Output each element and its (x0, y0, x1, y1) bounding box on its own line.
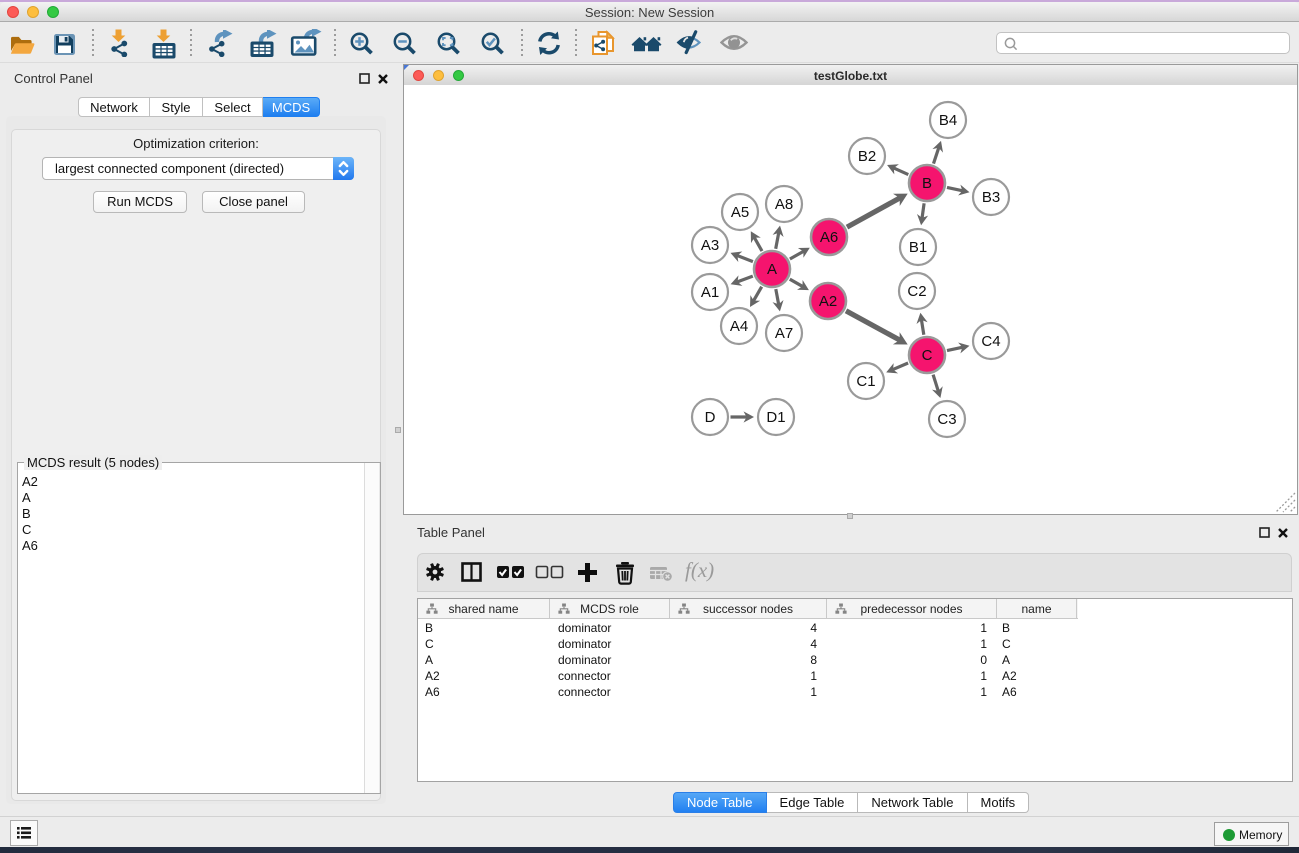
svg-text:A1: A1 (701, 284, 719, 301)
svg-text:C3: C3 (937, 411, 956, 428)
svg-text:A5: A5 (731, 204, 749, 221)
svg-text:A6: A6 (820, 229, 838, 246)
svg-text:A7: A7 (775, 325, 793, 342)
svg-text:C1: C1 (856, 373, 875, 390)
svg-text:B: B (922, 175, 932, 192)
svg-text:B2: B2 (858, 148, 876, 165)
svg-text:D: D (705, 409, 716, 426)
svg-text:C2: C2 (907, 283, 926, 300)
svg-text:A4: A4 (730, 318, 748, 335)
svg-text:C4: C4 (981, 333, 1000, 350)
svg-text:A8: A8 (775, 196, 793, 213)
svg-text:D1: D1 (766, 409, 785, 426)
svg-text:C: C (922, 347, 933, 364)
svg-text:A2: A2 (819, 293, 837, 310)
svg-text:B1: B1 (909, 239, 927, 256)
svg-text:A3: A3 (701, 237, 719, 254)
svg-text:B4: B4 (939, 112, 957, 129)
svg-text:B3: B3 (982, 189, 1000, 206)
svg-text:A: A (767, 261, 777, 278)
